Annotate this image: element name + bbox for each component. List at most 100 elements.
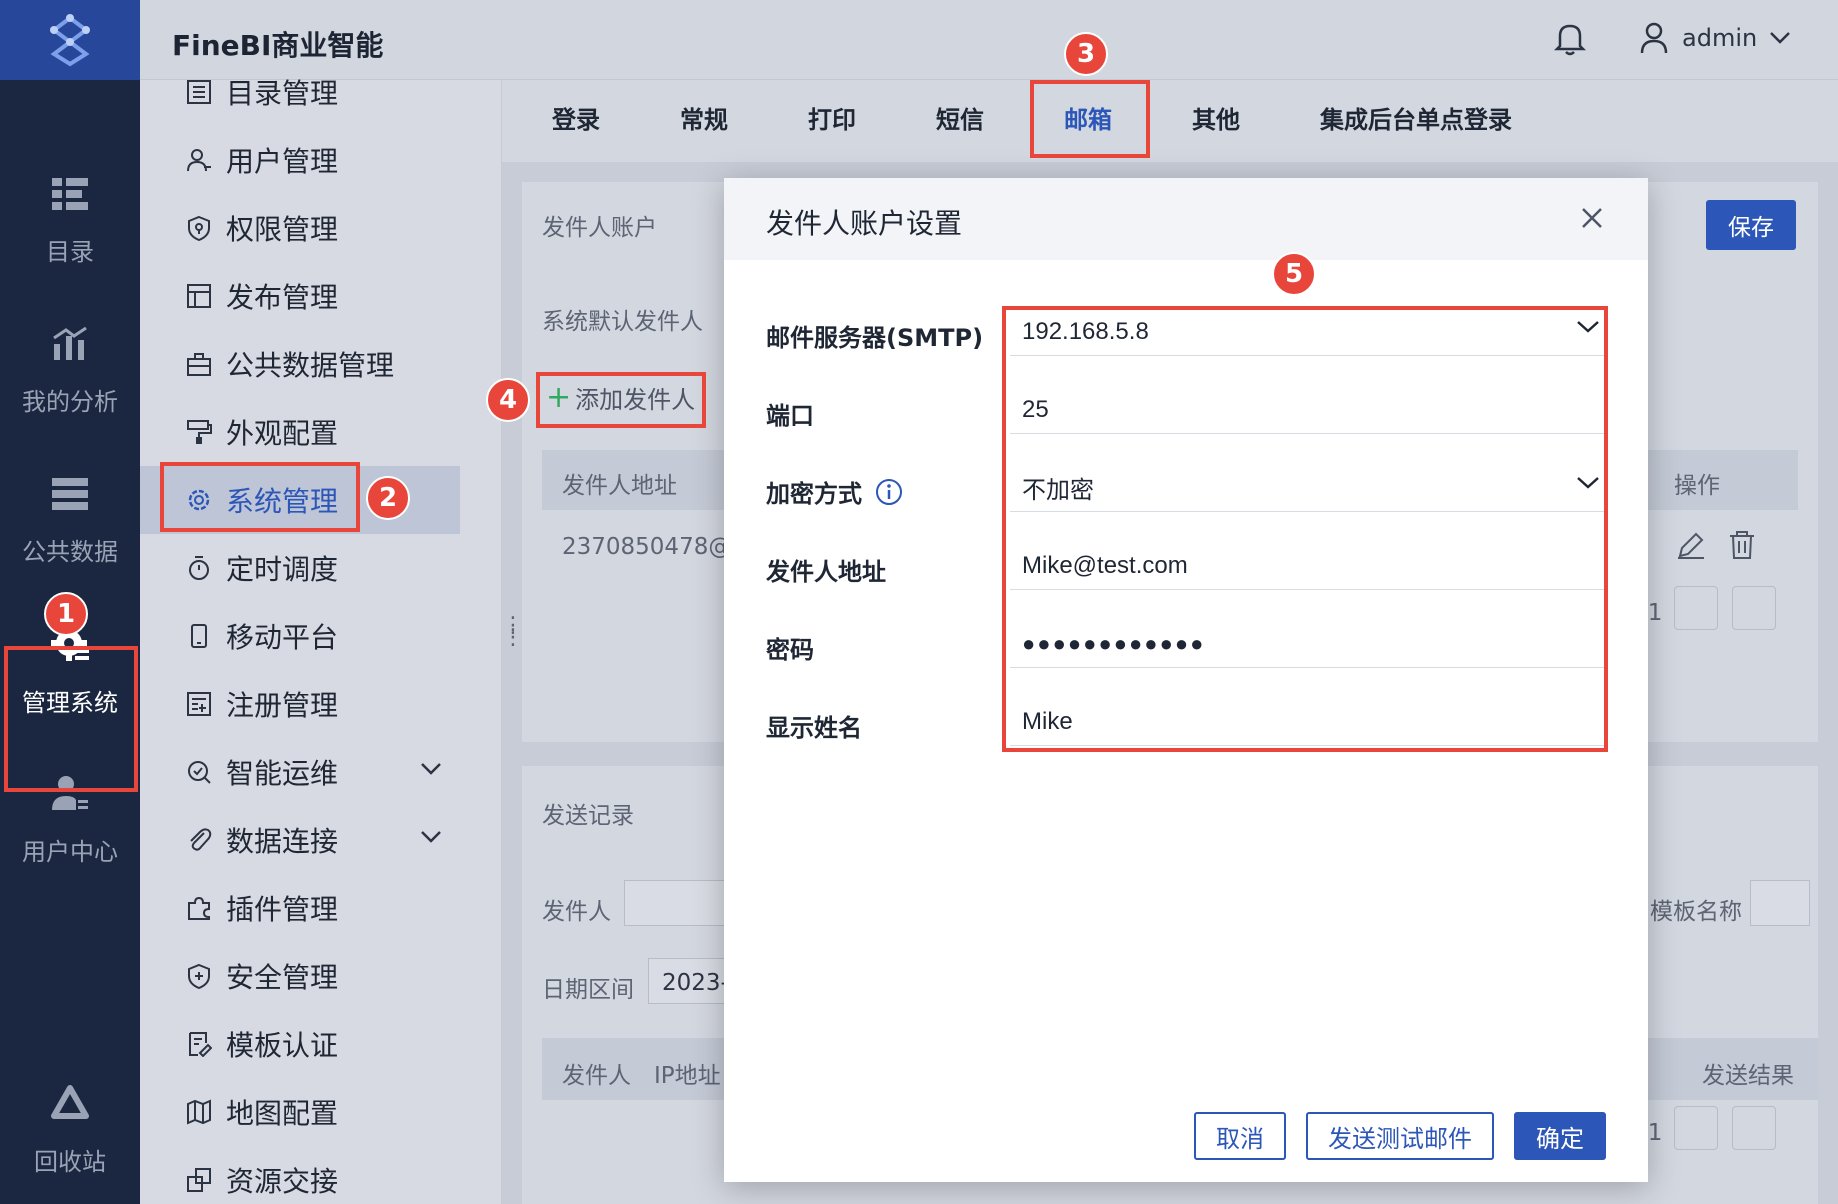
menu-item-mobile-platform[interactable]: 移动平台 (140, 602, 502, 670)
handover-icon (187, 1168, 211, 1192)
briefcase-icon (187, 353, 211, 376)
last-page-button[interactable] (1732, 586, 1776, 630)
menu-item-label: 地图配置 (226, 1097, 339, 1130)
tab-sms[interactable]: 短信 (936, 100, 984, 135)
delete-icon[interactable] (1728, 530, 1756, 560)
menu-item-label: 定时调度 (226, 553, 339, 586)
menu-item-appearance-config[interactable]: 外观配置 (140, 398, 502, 466)
send-test-mail-button[interactable]: 发送测试邮件 (1306, 1112, 1494, 1160)
menu-item-publish-management[interactable]: 发布管理 (140, 262, 502, 330)
analysis-icon (53, 326, 87, 360)
menu-item-catalog-management[interactable]: 目录管理 (140, 58, 502, 126)
highlight-box-4 (536, 372, 706, 428)
catalog-icon (52, 177, 88, 210)
close-icon[interactable] (1580, 206, 1604, 230)
send-record-title: 发送记录 (542, 803, 634, 829)
sender-address-label: 发件人地址 (766, 558, 886, 586)
menu-item-scheduling[interactable]: 定时调度 (140, 534, 502, 602)
highlight-box-2 (160, 462, 360, 532)
chevron-down-icon (1770, 32, 1791, 44)
rail-item-recycle-bin[interactable]: 回收站 (0, 1060, 140, 1200)
rail-item-public-data[interactable]: 公共数据 (0, 450, 140, 590)
records-last-page-button[interactable] (1732, 1106, 1776, 1150)
port-label: 端口 (766, 402, 814, 430)
menu-item-security-management[interactable]: 安全管理 (140, 942, 502, 1010)
user-icon (1640, 22, 1668, 54)
step-badge-5: 5 (1272, 252, 1316, 296)
list-icon (187, 80, 211, 104)
table-row-sender: 2370850478@q (562, 534, 746, 560)
filter-template-input[interactable] (1750, 880, 1810, 926)
menu-item-label: 用户管理 (226, 145, 339, 178)
highlight-box-5 (1002, 306, 1608, 752)
registration-icon (187, 692, 211, 716)
menu-item-data-connection[interactable]: 数据连接 (140, 806, 502, 874)
public-data-icon (52, 477, 88, 510)
next-page-button[interactable] (1674, 586, 1718, 630)
rail-item-catalog[interactable]: 目录 (0, 150, 140, 290)
filter-date-label: 日期区间 (542, 977, 634, 1003)
menu-item-label: 安全管理 (226, 961, 339, 994)
rail-item-label: 我的分析 (22, 387, 118, 416)
display-name-label: 显示姓名 (766, 714, 862, 742)
chevron-down-icon[interactable] (420, 830, 442, 844)
mobile-icon (191, 624, 207, 648)
user-icon (187, 149, 211, 172)
filter-template-label: 模板名称 (1650, 899, 1742, 925)
tab-sso[interactable]: 集成后台单点登录 (1320, 100, 1512, 135)
tab-other[interactable]: 其他 (1192, 100, 1240, 135)
monitor-icon (188, 761, 211, 784)
splitter-handle[interactable]: ⋮ ⋮ (502, 615, 524, 649)
menu-item-template-certification[interactable]: 模板认证 (140, 1010, 502, 1078)
bell-icon (1553, 24, 1587, 56)
rail-item-my-analysis[interactable]: 我的分析 (0, 300, 140, 440)
username: admin (1682, 24, 1758, 52)
rail-item-label: 目录 (46, 237, 94, 266)
edit-icon[interactable] (1676, 530, 1706, 560)
filter-sender-label: 发件人 (542, 899, 611, 925)
menu-item-label: 注册管理 (226, 689, 339, 722)
menu-item-label: 公共数据管理 (226, 349, 395, 382)
records-next-page-button[interactable] (1674, 1106, 1718, 1150)
menu-item-label: 权限管理 (226, 213, 339, 246)
menu-item-public-data-management[interactable]: 公共数据管理 (140, 330, 502, 398)
paperclip-icon (190, 828, 212, 851)
default-sender-label: 系统默认发件人 (542, 309, 703, 335)
menu-item-label: 模板认证 (226, 1029, 339, 1062)
encryption-label-text: 加密方式 (766, 480, 862, 508)
menu-item-registration[interactable]: 注册管理 (140, 670, 502, 738)
info-icon[interactable] (874, 477, 904, 507)
smtp-label: 邮件服务器(SMTP) (766, 324, 984, 352)
tab-general[interactable]: 常规 (680, 100, 728, 135)
menu-item-permission-management[interactable]: 权限管理 (140, 194, 502, 262)
step-badge-3: 3 (1064, 32, 1108, 76)
menu-item-user-management[interactable]: 用户管理 (140, 126, 502, 194)
sender-account-title: 发件人账户 (542, 215, 657, 241)
confirm-button[interactable]: 确定 (1514, 1112, 1606, 1160)
tab-login[interactable]: 登录 (552, 100, 600, 135)
chevron-down-icon[interactable] (420, 762, 442, 776)
col-ip: IP地址 (654, 1063, 721, 1089)
highlight-box-3 (1030, 80, 1150, 158)
menu-item-label: 资源交接 (226, 1165, 339, 1198)
menu-item-label: 目录管理 (226, 77, 339, 110)
dialog-header: 发件人账户设置 (724, 178, 1648, 260)
app-logo[interactable] (0, 0, 140, 80)
paint-roller-icon (187, 420, 212, 444)
menu-item-smart-ops[interactable]: 智能运维 (140, 738, 502, 806)
save-button[interactable]: 保存 (1706, 200, 1796, 250)
menu-item-label: 外观配置 (226, 417, 339, 450)
shield-lock-icon (188, 215, 210, 241)
menu-item-resource-handover[interactable]: 资源交接 (140, 1146, 502, 1204)
logo-icon (50, 14, 90, 67)
menu-item-label: 发布管理 (226, 281, 339, 314)
tab-print[interactable]: 打印 (808, 100, 856, 135)
step-badge-1: 1 (44, 592, 88, 636)
menu-item-map-config[interactable]: 地图配置 (140, 1078, 502, 1146)
dialog-title: 发件人账户设置 (766, 207, 963, 240)
menu-item-plugin-management[interactable]: 插件管理 (140, 874, 502, 942)
puzzle-icon (188, 896, 210, 920)
cancel-button[interactable]: 取消 (1194, 1112, 1286, 1160)
user-menu[interactable]: admin (1640, 22, 1791, 54)
notification-button[interactable] (1553, 22, 1587, 60)
